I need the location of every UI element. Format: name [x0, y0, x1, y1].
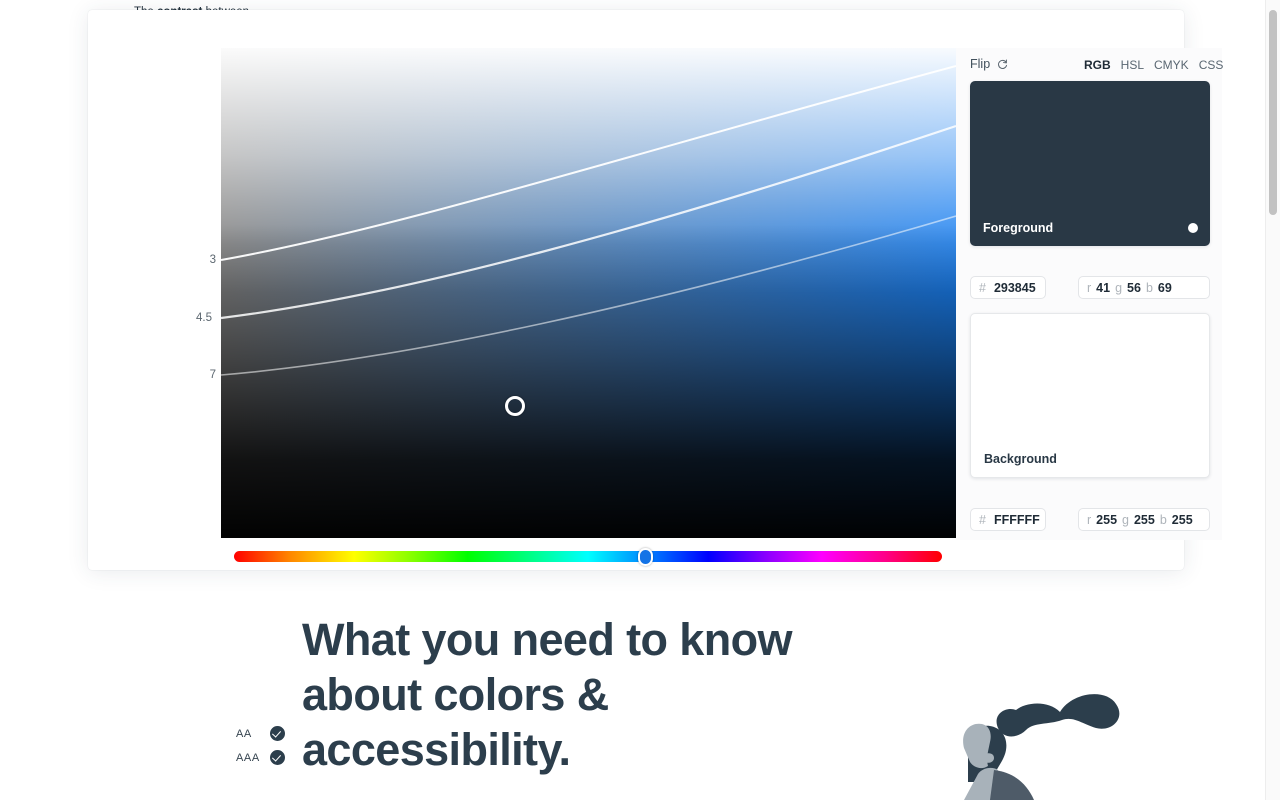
foreground-hex-field[interactable]: # 293845: [970, 276, 1046, 299]
foreground-r-value: 41: [1096, 280, 1111, 295]
background-swatch-label: Background: [984, 452, 1057, 466]
g-key: g: [1122, 512, 1129, 527]
page-headline: What you need to know about colors & acc…: [302, 614, 793, 775]
saturation-lightness-gradient[interactable]: [221, 48, 956, 538]
badge-aaa-label: AAA: [236, 751, 260, 764]
ratio-tick-4point5: 4.5: [196, 312, 212, 324]
foreground-swatch[interactable]: Foreground: [970, 81, 1210, 246]
background-g-value: 255: [1133, 512, 1155, 527]
format-tab-hsl[interactable]: HSL: [1121, 58, 1144, 72]
foreground-rgb-field[interactable]: r 41 g 56 b 69: [1078, 276, 1210, 299]
conformance-badges: AA AAA: [236, 726, 285, 765]
hex-symbol: #: [979, 280, 986, 295]
format-tab-rgb[interactable]: RGB: [1084, 58, 1111, 72]
color-format-tabs: RGB HSL CMYK CSS: [1084, 58, 1223, 72]
color-picker-ring[interactable]: [505, 396, 525, 416]
check-circle-icon: [270, 726, 285, 741]
format-tab-css[interactable]: CSS: [1199, 58, 1224, 72]
flip-button[interactable]: Flip: [970, 57, 1009, 71]
page-root: The contrast between foreground and back…: [0, 0, 1280, 800]
background-hex-value: FFFFFF: [993, 512, 1040, 527]
ratio-tick-7: 7: [209, 369, 216, 381]
foreground-swatch-label: Foreground: [983, 221, 1054, 235]
hue-slider[interactable]: [234, 551, 942, 562]
background-hex-field[interactable]: # FFFFFF: [970, 508, 1046, 531]
foreground-b-value: 69: [1157, 280, 1172, 295]
contrast-threshold-curves: [221, 65, 956, 376]
badge-aa: AA: [236, 726, 285, 741]
background-swatch[interactable]: Background: [970, 313, 1210, 478]
page-scrollbar-thumb[interactable]: [1269, 10, 1277, 215]
r-key: r: [1087, 280, 1092, 295]
rotate-icon: [998, 58, 1008, 69]
b-key: b: [1145, 280, 1153, 295]
color-picker-card: 3 4.5 7 Flip RGB HSL CMYK CSS Foreground: [88, 10, 1223, 570]
g-key: g: [1115, 280, 1123, 295]
page-scrollbar[interactable]: [1265, 0, 1280, 800]
person-with-flowing-hair-illustration: [963, 694, 1120, 800]
flip-label: Flip: [970, 57, 991, 71]
check-circle-icon: [270, 750, 285, 765]
badge-aaa: AAA: [236, 750, 285, 765]
active-swatch-dot-icon: [1188, 223, 1198, 233]
background-b-value: 255: [1171, 512, 1193, 527]
badge-aa-label: AA: [236, 727, 252, 740]
r-key: r: [1087, 512, 1092, 527]
ratio-tick-3: 3: [209, 254, 216, 266]
background-rgb-field[interactable]: r 255 g 255 b 255: [1078, 508, 1210, 531]
format-tab-cmyk[interactable]: CMYK: [1154, 58, 1189, 72]
hue-slider-handle[interactable]: [638, 548, 653, 566]
hex-symbol: #: [979, 512, 986, 527]
foreground-g-value: 56: [1127, 280, 1141, 295]
background-r-value: 255: [1096, 512, 1118, 527]
b-key: b: [1159, 512, 1167, 527]
foreground-hex-value: 293845: [993, 280, 1036, 295]
